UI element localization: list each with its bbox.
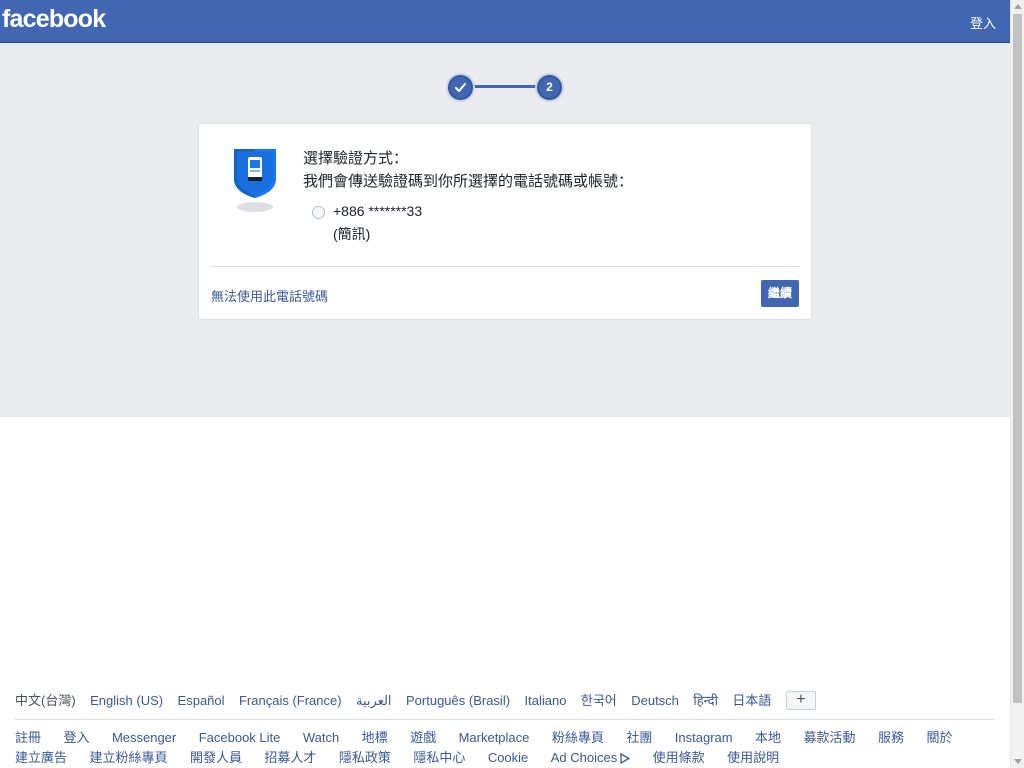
language-link[interactable]: English (US) — [90, 691, 163, 711]
card-description: 我們會傳送驗證碼到你所選擇的電話號碼或帳號： — [303, 173, 634, 190]
scroll-up-arrow-icon[interactable] — [1014, 4, 1022, 9]
footer-link[interactable]: 隱私中心 — [413, 748, 465, 768]
card-divider — [210, 266, 800, 267]
vertical-scrollbar[interactable] — [1010, 0, 1024, 768]
card-text-block: 選擇驗證方式： 我們會傳送驗證碼到你所選擇的電話號碼或帳號： — [303, 149, 783, 195]
footer-link[interactable]: 使用條款 — [653, 748, 705, 768]
footer-link[interactable]: Facebook Lite — [199, 728, 281, 748]
phone-number-label: +886 *******33 — [333, 203, 423, 219]
footer-link[interactable]: Cookie — [488, 748, 528, 768]
footer-link[interactable]: 本地 — [755, 728, 781, 748]
footer-link[interactable]: 登入 — [63, 728, 89, 748]
shield-phone-icon — [234, 149, 276, 212]
footer-link[interactable]: Watch — [303, 728, 339, 748]
login-link[interactable]: 登入 — [970, 13, 996, 32]
footer-link[interactable]: 開發人員 — [190, 748, 242, 768]
footer-link-label: Ad Choices — [550, 750, 618, 765]
language-link[interactable]: 日本語 — [732, 691, 771, 711]
check-icon — [455, 83, 466, 92]
language-link[interactable]: 한국어 — [581, 691, 617, 711]
footer-link-adchoices[interactable]: Ad Choices — [550, 748, 631, 768]
page: facebook 登入 2 選擇驗證方式： 我們會傳送驗證碼到你所選擇的電話號碼… — [0, 0, 1010, 768]
progress-stepper: 2 — [447, 75, 563, 100]
language-link[interactable]: हिन्दी — [693, 691, 718, 711]
phone-option-radio[interactable] — [312, 206, 325, 219]
scrollbar-thumb[interactable] — [1013, 14, 1022, 703]
language-link[interactable]: Italiano — [525, 691, 567, 711]
footer-link[interactable]: 隱私政策 — [339, 748, 391, 768]
stepper-connector-line — [467, 85, 545, 88]
language-link[interactable]: Português (Brasil) — [406, 691, 510, 711]
continue-button[interactable]: 繼續 — [761, 280, 799, 307]
verification-card: 選擇驗證方式： 我們會傳送驗證碼到你所選擇的電話號碼或帳號： +886 ****… — [198, 123, 812, 320]
footer-link[interactable]: 使用說明 — [727, 748, 779, 768]
card-title: 選擇驗證方式： — [303, 150, 409, 167]
language-link[interactable]: Français (France) — [239, 691, 342, 711]
footer-link[interactable]: Instagram — [675, 728, 733, 748]
top-navigation-bar: facebook 登入 — [0, 0, 1010, 43]
language-link[interactable]: العربية — [356, 691, 392, 711]
footer-link[interactable]: 遊戲 — [410, 728, 436, 748]
language-link[interactable]: Español — [178, 691, 225, 711]
adchoices-icon — [620, 753, 631, 765]
footer-link[interactable]: Messenger — [112, 728, 176, 748]
footer-link[interactable]: 註冊 — [15, 728, 41, 748]
footer-link[interactable]: 服務 — [878, 728, 904, 748]
footer-link[interactable]: 招募人才 — [264, 748, 316, 768]
step-1-complete — [448, 75, 473, 100]
footer-link[interactable]: 建立粉絲專頁 — [89, 748, 167, 768]
step-2-current: 2 — [537, 75, 562, 100]
footer-link[interactable]: 社團 — [626, 728, 652, 748]
alternate-method-link[interactable]: 無法使用此電話號碼 — [211, 286, 328, 305]
footer-link[interactable]: Marketplace — [459, 728, 530, 748]
footer-divider — [15, 719, 995, 720]
footer-link[interactable]: 地標 — [362, 728, 388, 748]
footer-link[interactable]: 粉絲專頁 — [552, 728, 604, 748]
more-languages-button[interactable]: + — [785, 691, 816, 710]
footer-link[interactable]: 關於 — [926, 728, 952, 748]
language-list: 中文(台灣) English (US) Español Français (Fr… — [15, 691, 816, 711]
delivery-method-label: (簡訊) — [333, 226, 371, 242]
footer-link[interactable]: 募款活動 — [804, 728, 856, 748]
facebook-logo[interactable]: facebook — [2, 5, 106, 34]
scroll-down-arrow-icon[interactable] — [1014, 759, 1022, 764]
language-link[interactable]: Deutsch — [631, 691, 679, 711]
footer-link[interactable]: 建立廣告 — [15, 748, 67, 768]
footer-links: 註冊 登入 Messenger Facebook Lite Watch 地標 遊… — [15, 728, 995, 768]
language-current: 中文(台灣) — [15, 693, 76, 708]
